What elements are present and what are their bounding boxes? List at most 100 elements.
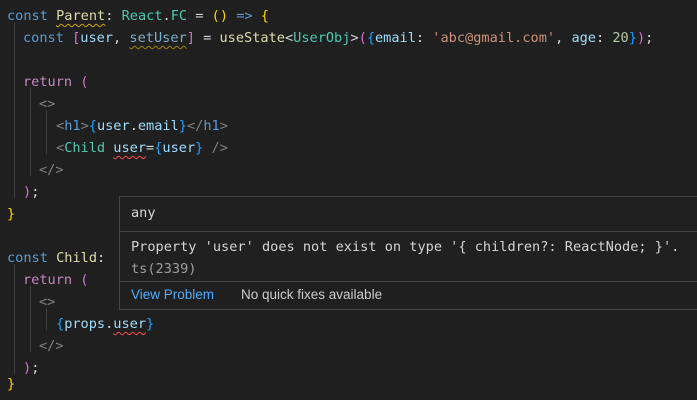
punctuation: > — [350, 30, 359, 46]
keyword-token: return — [23, 272, 73, 288]
indent-guide — [14, 264, 15, 374]
no-quick-fixes-label: No quick fixes available — [241, 287, 383, 302]
keyword-token: return — [23, 74, 73, 90]
punctuation: /> — [203, 140, 228, 156]
hover-status-bar: View Problem No quick fixes available — [120, 281, 697, 309]
code-line-10[interactable]: } — [7, 203, 15, 225]
code-line-17[interactable]: ); — [23, 357, 39, 379]
punctuation: > — [80, 118, 89, 134]
property-token: age — [571, 30, 596, 46]
code-line-5[interactable]: <> — [39, 93, 55, 115]
bracket: ( — [211, 8, 220, 24]
code-line-9[interactable]: ); — [23, 181, 39, 203]
bracket: ] — [186, 30, 195, 46]
bracket: ( — [358, 30, 367, 46]
arrow-operator: => — [228, 8, 261, 24]
punctuation: ; — [31, 184, 40, 200]
bracket: } — [178, 118, 187, 134]
code-line-15[interactable]: {props.user} — [56, 313, 154, 335]
error-attribute-token[interactable]: user — [113, 140, 146, 156]
error-text: Property 'user' does not exist on type '… — [131, 239, 680, 255]
bracket: ( — [80, 272, 89, 288]
punctuation: , — [113, 30, 130, 46]
operator: = — [187, 8, 212, 24]
number-token: 20 — [612, 30, 629, 46]
keyword-token: const — [23, 30, 64, 46]
operator: = — [146, 140, 155, 156]
bracket: ( — [80, 74, 89, 90]
punctuation: ; — [31, 360, 40, 376]
keyword-token: const — [7, 8, 48, 24]
code-line-12[interactable]: const Child: — [7, 247, 105, 269]
variable-token: user — [80, 30, 114, 46]
fragment-tag: <> — [39, 96, 56, 112]
string-token: 'abc@gmail.com' — [432, 30, 556, 46]
keyword-token: const — [7, 250, 48, 266]
error-code: ts(2339) — [131, 261, 197, 277]
variable-token: user — [162, 140, 196, 156]
child-component-name: Child — [56, 250, 98, 266]
code-line-8[interactable]: </> — [39, 159, 64, 181]
hover-type-signature: any — [131, 205, 156, 221]
punctuation: : — [105, 8, 114, 24]
variable-token: props — [64, 316, 106, 332]
code-line-7[interactable]: <Child user={user} /> — [56, 137, 228, 159]
fragment-tag: <> — [39, 294, 56, 310]
bracket: { — [88, 118, 97, 134]
punctuation: . — [162, 8, 171, 24]
fragment-tag: </> — [39, 162, 64, 178]
code-line-13[interactable]: return ( — [23, 269, 88, 291]
property-token: email — [375, 30, 416, 46]
fragment-tag: </> — [39, 338, 64, 354]
jsx-component-name: Child — [64, 140, 106, 156]
bracket: } — [7, 376, 16, 392]
variable-token: user — [96, 118, 130, 134]
indent-guide — [30, 286, 31, 352]
code-line-18[interactable]: } — [7, 373, 15, 395]
code-line-1[interactable]: const Parent: React.FC = () => { — [7, 5, 269, 27]
indent-guide — [30, 88, 31, 176]
jsx-tag-name: h1 — [203, 118, 220, 134]
bracket: } — [7, 206, 16, 222]
punctuation: </ — [186, 118, 204, 134]
bracket: } — [146, 316, 155, 332]
indent-guide — [46, 110, 47, 154]
punctuation: < — [56, 140, 65, 156]
bracket: ) — [219, 8, 229, 24]
function-token: useState — [219, 30, 285, 46]
punctuation: , — [555, 30, 572, 46]
code-line-14[interactable]: <> — [39, 291, 55, 313]
bracket: ) — [636, 30, 646, 46]
error-property-token[interactable]: user — [113, 316, 146, 332]
bracket: { — [56, 316, 65, 332]
type-token: FC — [170, 8, 188, 24]
property-token: email — [137, 118, 179, 134]
bracket: ) — [23, 360, 32, 376]
punctuation: . — [129, 118, 138, 134]
code-line-6[interactable]: <h1>{user.email}</h1> — [56, 115, 228, 137]
punctuation: : — [596, 30, 613, 46]
type-token: React — [121, 8, 163, 24]
bracket: { — [260, 8, 269, 24]
unused-variable-token: setUser — [129, 30, 187, 46]
operator: = — [194, 30, 220, 46]
bracket: { — [366, 30, 375, 46]
type-token: UserObj — [293, 30, 351, 46]
punctuation: : — [97, 250, 106, 266]
code-line-4[interactable]: return ( — [23, 71, 88, 93]
punctuation: > — [219, 118, 228, 134]
hover-error-message: Property 'user' does not exist on type '… — [131, 236, 691, 280]
hover-divider — [120, 231, 697, 232]
punctuation: ; — [645, 30, 654, 46]
code-line-16[interactable]: </> — [39, 335, 64, 357]
punctuation: < — [56, 118, 65, 134]
indent-guide — [14, 22, 15, 198]
punctuation: : — [415, 30, 433, 46]
bracket: ) — [23, 184, 32, 200]
code-line-2[interactable]: const [user, setUser] = useState<UserObj… — [23, 27, 653, 49]
bracket: } — [628, 30, 637, 46]
parent-component-name: Parent — [56, 8, 106, 24]
error-hover-widget[interactable]: any Property 'user' does not exist on ty… — [119, 196, 697, 310]
view-problem-link[interactable]: View Problem — [131, 287, 214, 302]
punctuation: < — [284, 30, 294, 46]
